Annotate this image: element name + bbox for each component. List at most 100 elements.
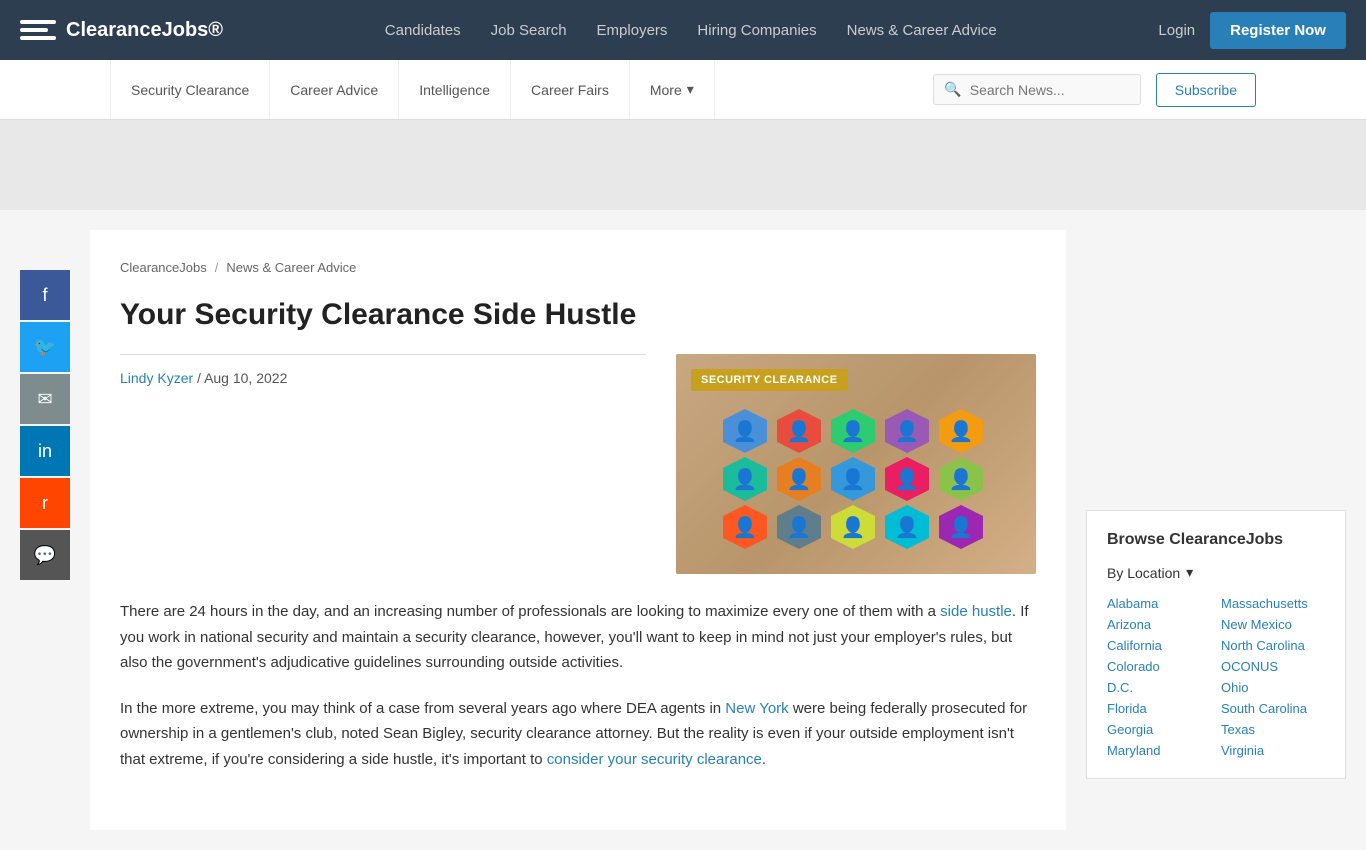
nav-news-career-advice[interactable]: News & Career Advice	[847, 22, 997, 39]
comment-icon: 💬	[34, 545, 56, 566]
article-title: Your Security Clearance Side Hustle	[120, 295, 1036, 334]
meta-divider	[120, 354, 646, 355]
sub-nav-right: 🔍 Subscribe	[933, 73, 1256, 107]
hex-item: 👤	[939, 457, 983, 501]
author-date-separator: /	[197, 370, 204, 386]
linkedin-share-button[interactable]: in	[20, 426, 70, 476]
article-paragraph-1: There are 24 hours in the day, and an in…	[120, 599, 1036, 676]
hex-item: 👤	[885, 505, 929, 549]
subnav-intelligence[interactable]: Intelligence	[399, 60, 511, 119]
login-link[interactable]: Login	[1158, 22, 1195, 39]
article-paragraph-2: In the more extreme, you may think of a …	[120, 696, 1036, 773]
breadcrumb-home[interactable]: ClearanceJobs	[120, 260, 207, 275]
hex-item: 👤	[831, 505, 875, 549]
twitter-share-button[interactable]: 🐦	[20, 322, 70, 372]
location-north-carolina[interactable]: North Carolina	[1221, 638, 1325, 653]
search-box[interactable]: 🔍	[933, 74, 1140, 105]
banner-area	[0, 120, 1366, 210]
by-location-label: By Location	[1107, 565, 1180, 581]
sub-nav-links: Security Clearance Career Advice Intelli…	[110, 60, 715, 119]
location-maryland[interactable]: Maryland	[1107, 743, 1211, 758]
hex-item: 👤	[885, 457, 929, 501]
location-south-carolina[interactable]: South Carolina	[1221, 701, 1325, 716]
location-dc[interactable]: D.C.	[1107, 680, 1211, 695]
breadcrumb: ClearanceJobs / News & Career Advice	[120, 260, 1036, 275]
hex-item: 👤	[939, 505, 983, 549]
location-alabama[interactable]: Alabama	[1107, 596, 1211, 611]
breadcrumb-section[interactable]: News & Career Advice	[226, 260, 356, 275]
location-california[interactable]: California	[1107, 638, 1211, 653]
twitter-icon: 🐦	[34, 337, 56, 358]
nav-hiring-companies[interactable]: Hiring Companies	[697, 22, 816, 39]
location-grid: Alabama Massachusetts Arizona New Mexico…	[1107, 596, 1325, 758]
comment-button[interactable]: 💬	[20, 530, 70, 580]
article-area: ClearanceJobs / News & Career Advice You…	[90, 230, 1066, 830]
location-ohio[interactable]: Ohio	[1221, 680, 1325, 695]
top-nav: ClearanceJobs® Candidates Job Search Emp…	[0, 0, 1366, 60]
location-texas[interactable]: Texas	[1221, 722, 1325, 737]
main-layout: f 🐦 ✉ in r 💬 ClearanceJobs / News & Care…	[0, 210, 1366, 850]
register-button[interactable]: Register Now	[1210, 12, 1346, 49]
linkedin-icon: in	[38, 441, 52, 462]
top-nav-right: Login Register Now	[1158, 12, 1346, 49]
subnav-more[interactable]: More	[630, 60, 715, 119]
hex-item: 👤	[939, 409, 983, 453]
subscribe-button[interactable]: Subscribe	[1156, 73, 1256, 107]
logo-icon	[20, 16, 56, 44]
reddit-share-button[interactable]: r	[20, 478, 70, 528]
article-meta: Lindy Kyzer / Aug 10, 2022	[120, 354, 646, 386]
location-massachusetts[interactable]: Massachusetts	[1221, 596, 1325, 611]
facebook-share-button[interactable]: f	[20, 270, 70, 320]
hex-grid: 👤 👤 👤 👤 👤 👤 👤 👤 👤 👤 👤 👤 👤 👤	[713, 369, 999, 559]
hex-item: 👤	[723, 409, 767, 453]
hex-item: 👤	[885, 409, 929, 453]
article-header: Lindy Kyzer / Aug 10, 2022 SECURITY CLEA…	[120, 354, 1036, 574]
subnav-security-clearance[interactable]: Security Clearance	[110, 60, 270, 119]
nav-job-search[interactable]: Job Search	[491, 22, 567, 39]
by-location[interactable]: By Location	[1107, 564, 1325, 581]
facebook-icon: f	[42, 285, 47, 306]
by-location-chevron	[1186, 564, 1193, 581]
email-icon: ✉	[37, 389, 52, 410]
location-new-mexico[interactable]: New Mexico	[1221, 617, 1325, 632]
consider-security-clearance-link[interactable]: consider your security clearance	[547, 751, 762, 768]
location-oconus[interactable]: OCONUS	[1221, 659, 1325, 674]
browse-box: Browse ClearanceJobs By Location Alabama…	[1086, 510, 1346, 779]
new-york-link[interactable]: New York	[725, 700, 788, 717]
right-sidebar: Browse ClearanceJobs By Location Alabama…	[1086, 230, 1346, 830]
hex-item: 👤	[777, 409, 821, 453]
social-sidebar: f 🐦 ✉ in r 💬	[20, 270, 70, 830]
location-colorado[interactable]: Colorado	[1107, 659, 1211, 674]
sub-nav: Security Clearance Career Advice Intelli…	[0, 60, 1366, 120]
search-icon: 🔍	[944, 81, 961, 98]
article-image: SECURITY CLEARANCE 👤 👤 👤 👤 👤 👤 👤 👤 👤 👤	[676, 354, 1036, 574]
article-date: Aug 10, 2022	[204, 370, 287, 386]
email-share-button[interactable]: ✉	[20, 374, 70, 424]
subnav-career-fairs[interactable]: Career Fairs	[511, 60, 630, 119]
reddit-icon: r	[42, 493, 48, 514]
article-body: There are 24 hours in the day, and an in…	[120, 599, 1036, 772]
hex-item: 👤	[831, 457, 875, 501]
breadcrumb-separator: /	[215, 260, 219, 275]
image-badge: SECURITY CLEARANCE	[691, 369, 848, 391]
search-input[interactable]	[970, 82, 1130, 98]
author-link[interactable]: Lindy Kyzer	[120, 370, 193, 386]
side-hustle-link[interactable]: side hustle	[940, 603, 1012, 620]
location-virginia[interactable]: Virginia	[1221, 743, 1325, 758]
chevron-down-icon	[687, 81, 694, 98]
location-florida[interactable]: Florida	[1107, 701, 1211, 716]
hex-image: SECURITY CLEARANCE 👤 👤 👤 👤 👤 👤 👤 👤 👤 👤	[676, 354, 1036, 574]
subnav-career-advice[interactable]: Career Advice	[270, 60, 399, 119]
logo-area[interactable]: ClearanceJobs®	[20, 16, 223, 44]
top-nav-links: Candidates Job Search Employers Hiring C…	[385, 22, 997, 39]
browse-title: Browse ClearanceJobs	[1107, 531, 1325, 549]
author-line: Lindy Kyzer / Aug 10, 2022	[120, 370, 646, 386]
nav-candidates[interactable]: Candidates	[385, 22, 461, 39]
hex-item: 👤	[723, 505, 767, 549]
logo-text: ClearanceJobs®	[66, 19, 223, 42]
nav-employers[interactable]: Employers	[597, 22, 668, 39]
location-arizona[interactable]: Arizona	[1107, 617, 1211, 632]
hex-item: 👤	[777, 457, 821, 501]
location-georgia[interactable]: Georgia	[1107, 722, 1211, 737]
hex-item: 👤	[723, 457, 767, 501]
